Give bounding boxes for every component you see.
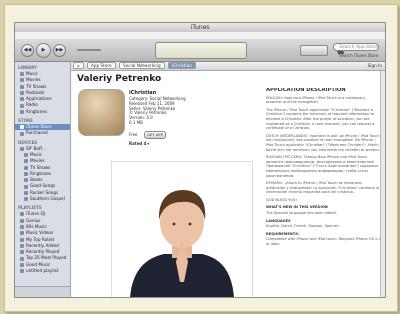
playlist-icon (20, 262, 24, 267)
playlist-icon (24, 197, 28, 202)
description-spanish: ESPANOL: ¡Ahora tu iPhone / iPod Touch e… (266, 181, 380, 195)
whats-new-text: The Spanish language has been added. (266, 211, 338, 216)
app-meta: Category: Social Networking Released Feb… (129, 96, 186, 126)
requirements-text: Compatible with iPhone and iPod touch. R… (266, 237, 381, 247)
description-blessing: GOD BLESS YOU! (266, 197, 297, 202)
playlist-icon (24, 190, 28, 195)
sidebar-item-purchased[interactable]: Purchased (15, 130, 70, 136)
sign-in-link[interactable]: Sign In (368, 62, 382, 70)
ringtone-icon (20, 109, 24, 114)
devices-heading: DEVICES (18, 139, 38, 145)
playlist-icon (20, 237, 24, 242)
praying-boy-image (130, 190, 234, 297)
breadcrumb-ichristian[interactable]: iChristian (168, 62, 196, 69)
breadcrumb-app-store[interactable]: App Store (87, 62, 116, 69)
podcast-icon (20, 91, 24, 96)
tv-icon (20, 84, 24, 89)
app-rating: Rated 4+ (129, 141, 150, 146)
genius-icon (20, 218, 24, 223)
rewind-icon[interactable]: ◀◀ (21, 44, 34, 57)
ipod-icon (20, 146, 24, 151)
playlist-icon (20, 269, 24, 274)
status-display (155, 42, 345, 59)
view-buttons[interactable] (300, 45, 328, 56)
description-russian: RUSSIAN (PYCCKNI): Теперь Ваш iPhone или… (266, 155, 379, 178)
playlists-heading: PLAYLISTS (18, 205, 42, 211)
playlist-icon (20, 225, 24, 230)
radio-icon (20, 103, 24, 108)
volume-slider[interactable] (77, 49, 101, 51)
apps-icon (20, 97, 24, 102)
toolbar: ◀◀ ▶ ▶▶ Search App Store Search iTunes S… (15, 39, 385, 62)
breadcrumb-social-networking[interactable]: Social Networking (118, 62, 165, 69)
music-icon (20, 72, 24, 77)
movies-icon (24, 159, 28, 164)
playlist-icon (24, 184, 28, 189)
app-icon (78, 89, 125, 136)
store-icon (20, 125, 24, 130)
get-app-button[interactable]: GET APP (144, 131, 166, 139)
itunes-window: iTunes File Edit View Controls Store Adv… (14, 22, 386, 298)
scrollbar[interactable] (380, 71, 385, 297)
whats-new-heading: WHAT'S NEW IN THIS VERSION (266, 205, 328, 210)
app-screenshot (111, 161, 253, 297)
languages-text: English, Dutch, French, Russian, Spanish (266, 224, 339, 229)
book-icon (24, 178, 28, 183)
playlist-icon (20, 231, 24, 236)
sidebar: LIBRARY Music Movies TV Shows Podcasts A… (15, 62, 71, 297)
playlist-icon (20, 250, 24, 255)
app-price: Free (129, 132, 138, 137)
description-column: APPLICATION DESCRIPTION ENGLISH: Now you… (266, 88, 382, 297)
play-icon[interactable]: ▶ (36, 43, 51, 58)
search-input[interactable]: Search App Store (333, 43, 379, 51)
sidebar-item-device-southern-gospel[interactable]: Southern Gospel (15, 196, 70, 202)
languages-heading: LANGUAGES (266, 218, 291, 223)
window-title: iTunes (190, 24, 210, 31)
library-heading: LIBRARY (18, 65, 38, 70)
search-label: Search iTunes Store (339, 53, 379, 58)
sidebar-item-untitled-playlist[interactable]: untitled playlist (15, 268, 70, 274)
purchased-icon (20, 131, 24, 136)
sidebar-item-ringtones[interactable]: Ringtones (15, 109, 70, 115)
music-icon (24, 153, 28, 158)
playlist-icon (20, 256, 24, 261)
developer-name: Valeriy Petrenko (77, 74, 162, 84)
fast-forward-icon[interactable]: ▶▶ (53, 44, 66, 57)
description-dutch: DUTCH (NEDERLANDS): Voortaan is ook uw i… (266, 133, 380, 152)
sidebar-footer (15, 286, 70, 297)
ringtone-icon (24, 172, 28, 176)
description-english: ENGLISH: Now your iPhone / iPod Touch is… (266, 95, 367, 105)
home-button[interactable]: ⌂ (73, 62, 84, 69)
requirements-heading: REQUIREMENTS: (266, 231, 300, 236)
dj-icon (20, 212, 24, 217)
description-english-2: The iPhone / iPod Touch application "iCh… (266, 107, 375, 131)
app-size: 0.1 MB (129, 119, 143, 125)
store-heading: STORE (18, 118, 33, 124)
store-navbar: ⌂ App Store Social Networking iChristian… (71, 62, 385, 71)
app-page-content: Valeriy Petrenko iChristian Category: So… (71, 71, 385, 297)
tv-icon (24, 165, 28, 170)
movies-icon (20, 78, 24, 83)
playlist-icon (20, 243, 24, 248)
description-title: APPLICATION DESCRIPTION (266, 88, 346, 93)
store-page: ⌂ App Store Social Networking iChristian… (71, 62, 385, 297)
